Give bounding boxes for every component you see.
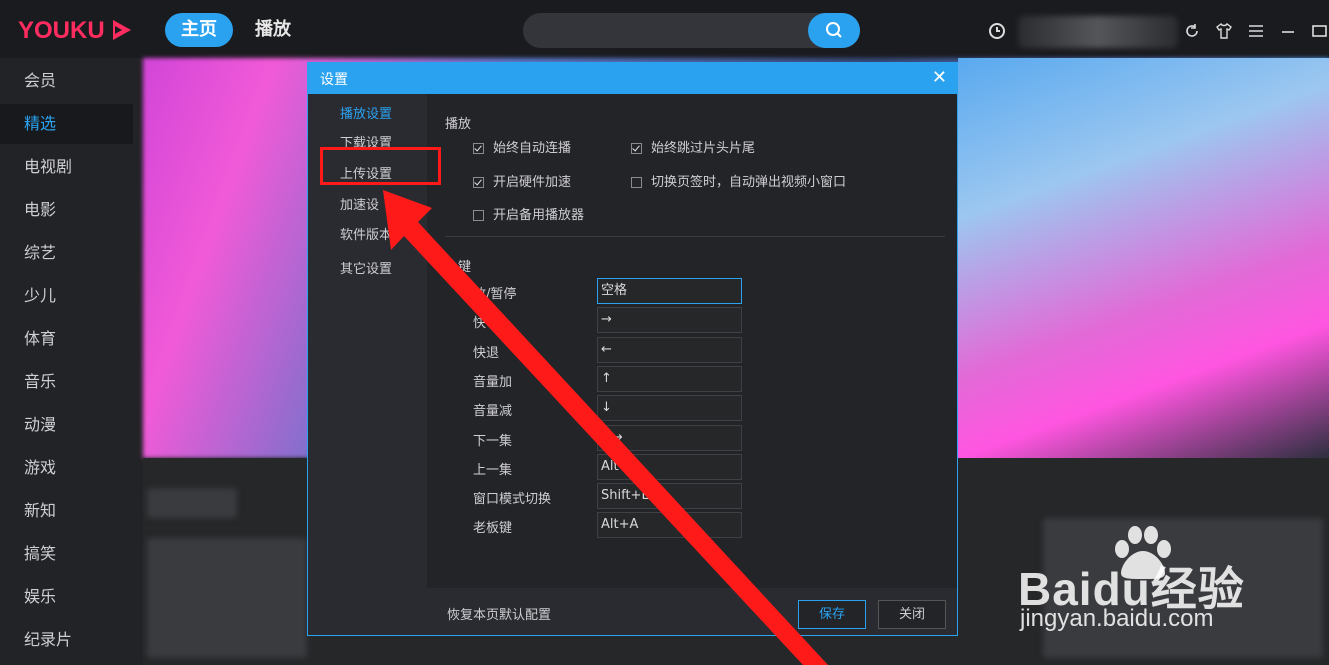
baidu-watermark: Baidu经验 jingyan.baidu.com: [1018, 525, 1318, 645]
watermark-url: jingyan.baidu.com: [1020, 605, 1214, 632]
